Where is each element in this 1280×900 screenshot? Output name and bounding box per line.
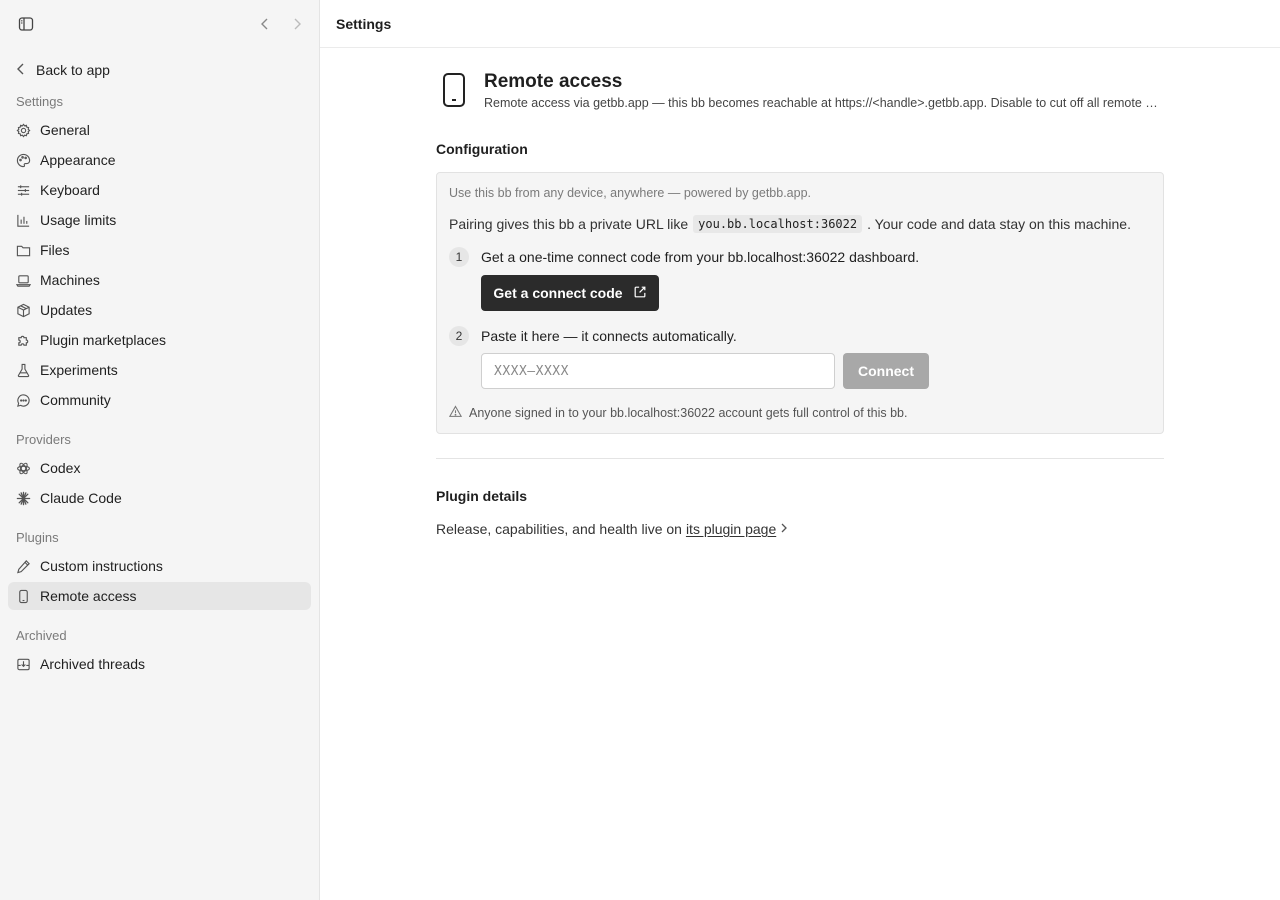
section-label-archived: Archived — [16, 628, 67, 643]
sidebar-item-keyboard[interactable]: Keyboard — [8, 176, 311, 204]
sidebar-item-custom-instructions[interactable]: Custom instructions — [8, 552, 311, 580]
pairing-url-code: you.bb.localhost:36022 — [693, 215, 863, 233]
config-intro: Use this bb from any device, anywhere — … — [449, 186, 812, 200]
sidebar: Back to app Settings General Appearance … — [0, 0, 320, 900]
back-to-app-link[interactable]: Back to app — [16, 58, 110, 82]
laptop-icon — [16, 273, 31, 288]
plugin-title: Remote access — [484, 71, 623, 92]
sidebar-item-label: Codex — [40, 460, 81, 476]
sidebar-item-remote-access[interactable]: Remote access — [8, 582, 311, 610]
sidebar-item-usage-limits[interactable]: Usage limits — [8, 206, 311, 234]
sidebar-item-label: Experiments — [40, 362, 118, 378]
sidebar-item-label: Machines — [40, 272, 100, 288]
chevron-left-icon[interactable] — [256, 14, 274, 34]
connect-button[interactable]: Connect — [843, 353, 929, 389]
phone-icon — [16, 589, 31, 604]
sidebar-item-community[interactable]: Community — [8, 386, 311, 414]
section-divider — [436, 458, 1164, 459]
gear-icon — [16, 123, 31, 138]
plugin-details-text: Release, capabilities, and health live o… — [436, 521, 788, 537]
folder-icon — [16, 243, 31, 258]
step-1-text: Get a one-time connect code from your bb… — [481, 249, 920, 265]
chevron-left-icon — [16, 62, 26, 79]
configuration-card: Use this bb from any device, anywhere — … — [436, 172, 1164, 434]
sidebar-item-appearance[interactable]: Appearance — [8, 146, 311, 174]
top-bar: Settings — [320, 0, 1280, 48]
get-connect-code-label: Get a connect code — [493, 285, 623, 301]
phone-icon — [440, 72, 468, 108]
sidebar-item-label: Remote access — [40, 588, 137, 604]
sidebar-item-archived-threads[interactable]: Archived threads — [8, 650, 311, 678]
bar-chart-icon — [16, 213, 31, 228]
openai-icon — [16, 461, 31, 476]
security-warning: Anyone signed in to your bb.localhost:36… — [448, 405, 908, 421]
plugin-subtitle: Remote access via getbb.app — this bb be… — [484, 96, 1158, 110]
sidebar-item-label: Files — [40, 242, 70, 258]
package-icon — [16, 303, 31, 318]
sidebar-item-label: Keyboard — [40, 182, 100, 198]
sidebar-item-label: Community — [40, 392, 111, 408]
sidebar-item-updates[interactable]: Updates — [8, 296, 311, 324]
warning-triangle-icon — [448, 405, 463, 421]
sidebar-header — [0, 0, 319, 48]
chevron-right-icon[interactable] — [288, 14, 306, 34]
pencil-icon — [16, 559, 31, 574]
warning-text: Anyone signed in to your bb.localhost:36… — [469, 406, 908, 420]
pairing-text-after: . Your code and data stay on this machin… — [867, 216, 1131, 232]
sidebar-item-label: Updates — [40, 302, 93, 318]
pairing-text-before: Pairing gives this bb a private URL like — [449, 216, 689, 232]
sidebar-item-files[interactable]: Files — [8, 236, 311, 264]
step-2-text: Paste it here — it connects automaticall… — [481, 328, 737, 344]
step-1-badge: 1 — [449, 247, 469, 267]
get-connect-code-button[interactable]: Get a connect code — [481, 275, 659, 311]
sidebar-item-label: Claude Code — [40, 490, 122, 506]
plugin-details-description: Release, capabilities, and health live o… — [436, 521, 682, 537]
sidebar-item-label: Appearance — [40, 152, 116, 168]
sidebar-item-label: Archived threads — [40, 656, 146, 672]
sidebar-item-general[interactable]: General — [8, 116, 311, 144]
sidebar-item-experiments[interactable]: Experiments — [8, 356, 311, 384]
sidebar-toggle-icon[interactable] — [16, 14, 36, 34]
flask-icon — [16, 363, 31, 378]
back-to-app-label: Back to app — [36, 62, 110, 78]
sidebar-item-plugin-marketplaces[interactable]: Plugin marketplaces — [8, 326, 311, 354]
step-2-badge: 2 — [449, 326, 469, 346]
page-title: Settings — [336, 16, 392, 32]
sliders-icon — [16, 183, 31, 198]
section-label-providers: Providers — [16, 432, 71, 447]
sidebar-item-machines[interactable]: Machines — [8, 266, 311, 294]
plugin-page-link[interactable]: its plugin page — [686, 521, 776, 537]
sidebar-item-label: Custom instructions — [40, 558, 163, 574]
puzzle-icon — [16, 333, 31, 348]
archive-icon — [16, 657, 31, 672]
palette-icon — [16, 153, 31, 168]
sidebar-item-label: Plugin marketplaces — [40, 332, 167, 348]
sidebar-item-codex[interactable]: Codex — [8, 454, 311, 482]
configuration-heading: Configuration — [436, 141, 528, 157]
section-label-plugins: Plugins — [16, 530, 59, 545]
sidebar-item-label: General — [40, 122, 90, 138]
sidebar-item-claude-code[interactable]: Claude Code — [8, 484, 311, 512]
plugin-details-heading: Plugin details — [436, 488, 528, 504]
pairing-description: Pairing gives this bb a private URL like… — [449, 215, 1131, 233]
chat-bubble-icon — [16, 393, 31, 408]
asterisk-icon — [16, 491, 31, 506]
section-label-settings: Settings — [16, 94, 63, 109]
connect-code-input[interactable] — [481, 353, 835, 389]
chevron-right-icon — [780, 521, 788, 537]
sidebar-item-label: Usage limits — [40, 212, 117, 228]
external-link-icon — [633, 285, 647, 302]
